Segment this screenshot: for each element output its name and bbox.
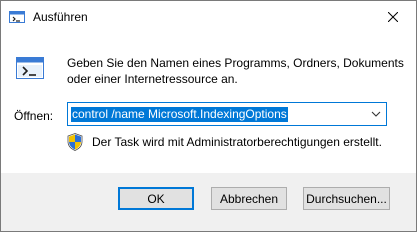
run-dialog: Ausführen Geben Sie den Namen eines Prog… [0,0,417,232]
title-bar[interactable]: Ausführen [1,1,416,33]
browse-button[interactable]: Durchsuchen... [303,187,390,210]
ok-button[interactable]: OK [118,187,194,210]
run-app-icon [9,9,25,25]
cancel-button[interactable]: Abbrechen [211,187,287,210]
close-button[interactable] [370,1,416,32]
run-icon [15,53,45,83]
uac-shield-icon [67,133,83,151]
open-label: Öffnen: [14,109,54,123]
chevron-down-icon [371,111,381,117]
close-icon [388,11,398,22]
open-combobox[interactable]: control /name Microsoft.IndexingOptions [67,102,387,126]
dialog-description: Geben Sie den Namen eines Programms, Ord… [67,56,404,86]
open-input-value[interactable]: control /name Microsoft.IndexingOptions [71,107,288,122]
button-bar: OK Abbrechen Durchsuchen... [1,173,416,231]
dialog-content: Geben Sie den Namen eines Programms, Ord… [1,33,416,173]
admin-notice: Der Task wird mit Administratorberechtig… [92,135,382,149]
window-title: Ausführen [33,10,88,24]
dropdown-button[interactable] [366,103,386,125]
